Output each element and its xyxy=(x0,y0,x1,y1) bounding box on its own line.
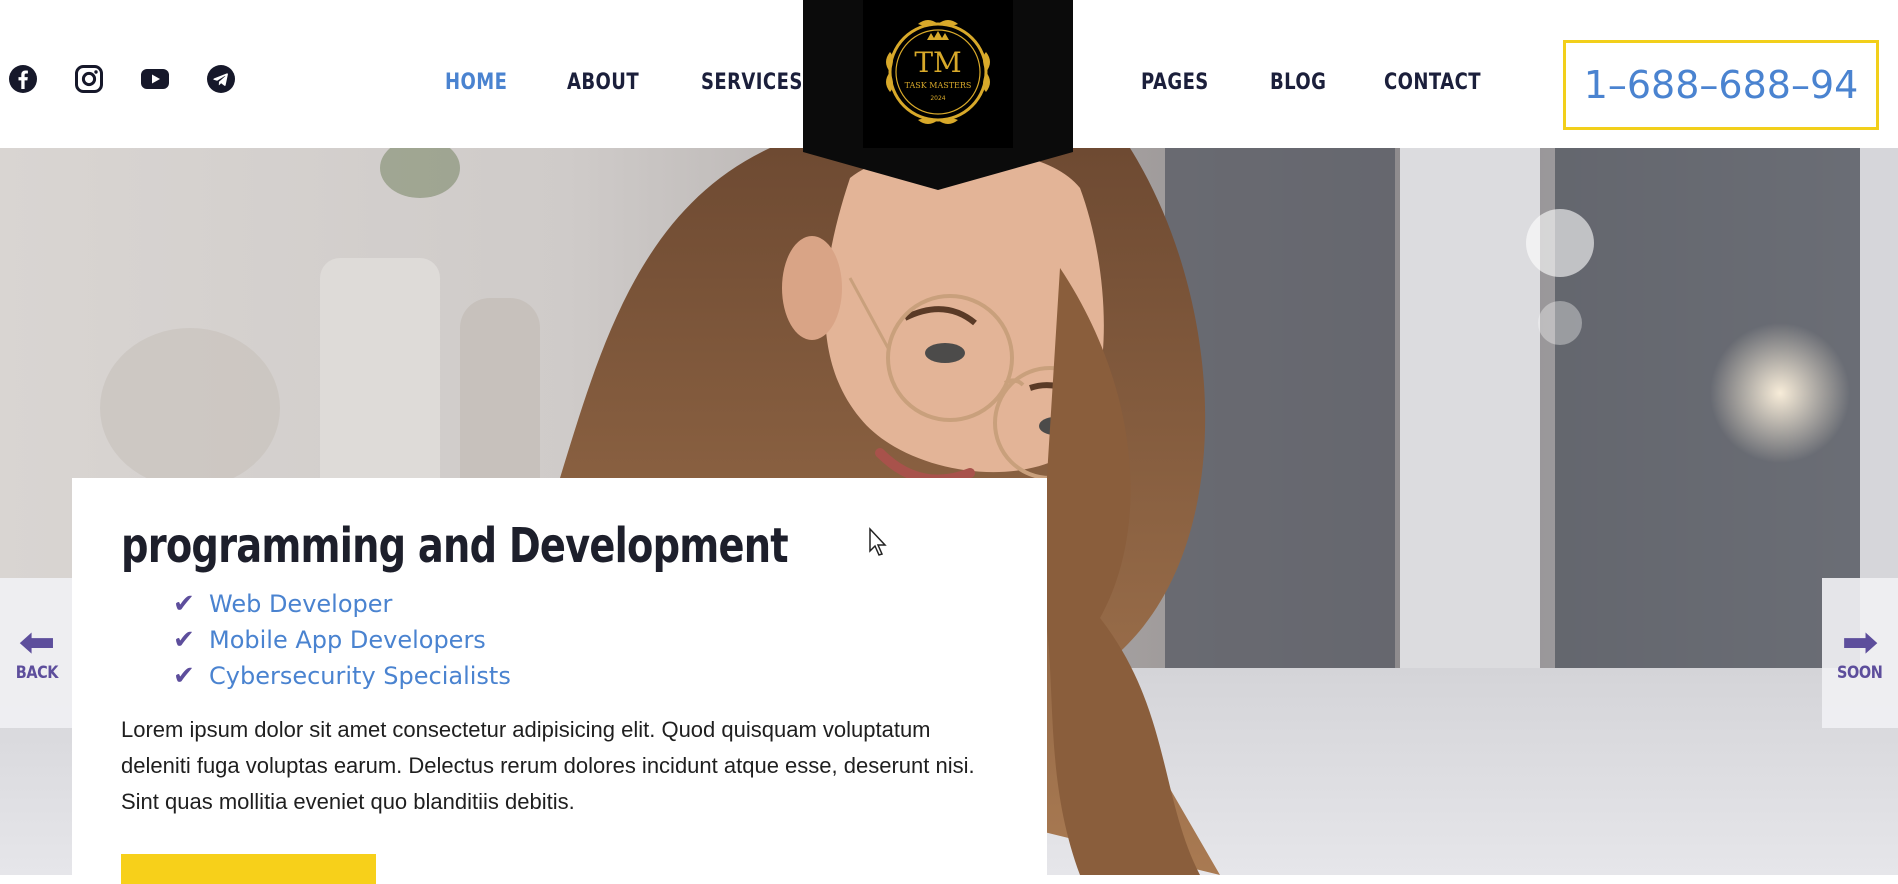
mouse-cursor-icon xyxy=(869,527,887,556)
nav-item-about[interactable]: ABOUT xyxy=(567,70,639,95)
service-list: ✔ Web Developer ✔ Mobile App Developers … xyxy=(121,586,1047,694)
logo-monogram: TM xyxy=(914,46,961,79)
back-label: BACK xyxy=(15,663,59,683)
checkmark-icon: ✔ xyxy=(173,589,195,619)
list-item: ✔ Cybersecurity Specialists xyxy=(173,658,1047,694)
main-nav-left: HOME ABOUT SERVICES xyxy=(445,70,825,95)
cta-button[interactable] xyxy=(121,854,376,884)
list-item: ✔ Web Developer xyxy=(173,586,1047,622)
social-links xyxy=(8,64,236,94)
nav-item-services[interactable]: SERVICES xyxy=(701,70,803,95)
facebook-icon[interactable] xyxy=(8,64,38,94)
list-item: ✔ Mobile App Developers xyxy=(173,622,1047,658)
nav-item-blog[interactable]: BLOG xyxy=(1270,70,1326,95)
next-arrow-button[interactable]: ➡ SOON xyxy=(1822,578,1898,728)
card-title: programming and Development xyxy=(121,518,789,574)
telegram-icon[interactable] xyxy=(206,64,236,94)
youtube-icon[interactable] xyxy=(140,64,170,94)
arrow-left-icon: ⬅ xyxy=(18,619,56,666)
logo-banner[interactable]: TM TASK MASTERS 2024 xyxy=(803,0,1073,190)
arrow-right-icon: ➡ xyxy=(1841,619,1879,666)
list-item-label: Cybersecurity Specialists xyxy=(209,662,511,690)
list-item-label: Web Developer xyxy=(209,590,393,618)
nav-item-home[interactable]: HOME xyxy=(445,70,507,95)
list-item-label: Mobile App Developers xyxy=(209,626,486,654)
checkmark-icon: ✔ xyxy=(173,625,195,655)
checkmark-icon: ✔ xyxy=(173,661,195,691)
hero-content-card: programming and Development ✔ Web Develo… xyxy=(72,478,1047,884)
phone-number-button[interactable]: 1–688–688–94 xyxy=(1563,40,1879,130)
nav-item-pages[interactable]: PAGES xyxy=(1141,70,1209,95)
logo-brand-text: TASK MASTERS xyxy=(905,81,972,90)
card-body-text: Lorem ipsum dolor sit amet consectetur a… xyxy=(121,717,975,814)
instagram-icon[interactable] xyxy=(74,64,104,94)
main-nav-right: PAGES BLOG CONTACT xyxy=(1141,70,1503,95)
nav-item-contact[interactable]: CONTACT xyxy=(1384,70,1481,95)
back-arrow-button[interactable]: ⬅ BACK xyxy=(0,578,74,728)
logo-year-text: 2024 xyxy=(930,95,945,102)
next-label: SOON xyxy=(1837,663,1883,683)
